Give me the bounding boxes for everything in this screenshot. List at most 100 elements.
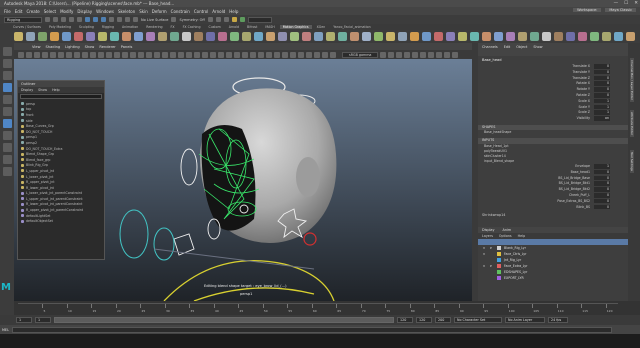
layer-color-swatch[interactable] (497, 258, 501, 262)
menu-set-dropdown[interactable]: Rigging (4, 16, 42, 23)
shelf-tool-icon[interactable] (50, 32, 59, 41)
viewport-tool-icon[interactable] (306, 51, 312, 58)
layer-tab-display[interactable]: Display (482, 228, 495, 232)
viewport-tool-icon[interactable] (330, 51, 336, 58)
arnold-render-view-icon[interactable] (239, 17, 245, 22)
fps-dropdown[interactable]: 24 fps (548, 317, 568, 323)
shelf-tab-motion-graphics[interactable]: Motion Graphics (279, 25, 312, 29)
channel-attribute-value[interactable]: 0 (594, 192, 610, 198)
shelf-tool-icon[interactable] (290, 32, 299, 41)
viewport-tool-icon[interactable] (114, 51, 120, 58)
shelf-tool-icon[interactable] (302, 32, 311, 41)
viewport-tool-icon[interactable] (194, 51, 200, 58)
layer-playback-toggle[interactable]: P (490, 264, 494, 268)
shelf-tool-icon[interactable] (446, 32, 455, 41)
viewport-tool-icon[interactable] (290, 51, 296, 58)
symmetry-label[interactable]: Symmetry: Off (179, 18, 204, 22)
outliner-menu-display[interactable]: Display (21, 88, 33, 92)
jaw-control-icon[interactable] (303, 232, 317, 246)
viewport-menu-shading[interactable]: Shading (46, 45, 61, 49)
viewport-tool-icon[interactable] (58, 51, 64, 58)
shelf-tool-icon[interactable] (542, 32, 551, 41)
menu-select[interactable]: Select (44, 9, 56, 14)
viewport-tool-icon[interactable] (258, 51, 264, 58)
outliner-item[interactable]: defaultObjectSet (18, 218, 104, 224)
menu-deform[interactable]: Deform (152, 9, 167, 14)
move-tool-icon[interactable] (2, 83, 12, 92)
channel-attribute-value[interactable]: 0 (594, 169, 610, 175)
viewport-tool-icon[interactable] (170, 51, 176, 58)
viewport-tool-icon[interactable] (138, 51, 144, 58)
menu-help[interactable]: Help (229, 9, 238, 14)
viewport-tool-icon[interactable] (98, 51, 104, 58)
channel-attribute-value[interactable]: 0 (594, 187, 610, 192)
viewport-tool-icon[interactable] (122, 51, 128, 58)
shelf-tool-icon[interactable] (26, 32, 35, 41)
menu-constrain[interactable]: Constrain (171, 9, 190, 14)
viewport-tool-icon[interactable] (420, 51, 427, 58)
single-view-layout-icon[interactable] (2, 131, 12, 140)
shelf-tool-icon[interactable] (482, 32, 491, 41)
viewport-tool-icon[interactable] (66, 51, 72, 58)
shelf-tab-rendering[interactable]: Rendering (143, 25, 165, 29)
lower-section-header[interactable]: Shrinkwrap14 (478, 213, 628, 219)
rotate-tool-icon[interactable] (2, 95, 12, 104)
shelf-tool-icon[interactable] (602, 32, 611, 41)
symmetry-icon[interactable] (171, 17, 177, 22)
command-language-label[interactable]: MEL (2, 328, 9, 332)
viewport-menu-show[interactable]: Show (85, 45, 95, 49)
shelf-tab-yanco-facial-animation[interactable]: Yanco_Facial_animation (330, 25, 373, 29)
snap-grid-icon[interactable] (109, 17, 114, 22)
outliner-menu-show[interactable]: Show (38, 88, 47, 92)
layer-color-swatch[interactable] (497, 264, 501, 268)
close-button[interactable]: ✕ (634, 1, 638, 6)
time-slider[interactable]: 5 10 15 20 25 30 35 40 45 50 55 60 65 70 75 80 85 90 95 100… (14, 301, 640, 315)
menu-create[interactable]: Create (26, 9, 39, 14)
viewport-tool-icon[interactable] (18, 51, 24, 58)
shelf-tool-icon[interactable] (62, 32, 71, 41)
shelf-tab-arnold[interactable]: Arnold (226, 25, 242, 29)
shelf-tab-fx[interactable]: FX (168, 25, 178, 29)
channel-attribute-value[interactable]: 1 (594, 163, 610, 169)
viewport-tool-icon[interactable] (250, 51, 256, 58)
shelf-tool-icon[interactable] (554, 32, 563, 41)
layer-menu-layers[interactable]: Layers (482, 234, 493, 238)
viewport-tool-icon[interactable] (404, 51, 411, 58)
viewport-tool-icon[interactable] (242, 51, 248, 58)
shelf-tool-icon[interactable] (578, 32, 587, 41)
viewport-tool-icon[interactable] (322, 51, 328, 58)
layer-tab-anim[interactable]: Anim (503, 228, 512, 232)
shelf-tool-icon[interactable] (314, 32, 323, 41)
shelf-tool-icon[interactable] (194, 32, 203, 41)
save-scene-icon[interactable] (61, 17, 66, 22)
scale-tool-icon[interactable] (2, 107, 12, 116)
viewport-tool-icon[interactable] (154, 51, 160, 58)
viewport-tool-icon[interactable] (266, 51, 272, 58)
start-time-field[interactable]: 1 (16, 317, 32, 323)
quick-select-field[interactable] (247, 16, 272, 23)
shelf-tab-curves-surfaces[interactable]: Curves / Surfaces (10, 25, 44, 29)
shelf-tool-icon[interactable] (146, 32, 155, 41)
viewport-menu-view[interactable]: View (32, 45, 41, 49)
shelf-tool-icon[interactable] (230, 32, 239, 41)
menu-arnold[interactable]: Arnold (212, 9, 225, 14)
shelf-tab-custom[interactable]: Custom (205, 25, 223, 29)
shelf-tool-icon[interactable] (362, 32, 371, 41)
viewport-tool-icon[interactable] (162, 51, 168, 58)
channel-attribute-value[interactable]: 0 (594, 69, 610, 75)
viewport-tool-icon[interactable] (50, 51, 56, 58)
shelf-tool-icon[interactable] (158, 32, 167, 41)
shelf-tool-icon[interactable] (206, 32, 215, 41)
shelf-tool-icon[interactable] (614, 32, 623, 41)
shelf-tab-sculpting[interactable]: Sculpting (76, 25, 97, 29)
channel-attribute-value[interactable]: 0 (594, 81, 610, 86)
channel-box-menu-edit[interactable]: Edit (504, 45, 511, 49)
channel-box-node-name[interactable]: Base_head (478, 56, 628, 64)
shelf-tab-bifrost[interactable]: Bifrost (244, 25, 260, 29)
channel-attribute-value[interactable]: 0 (594, 64, 610, 69)
viewport-tool-icon[interactable] (210, 51, 216, 58)
channel-attribute-value[interactable]: 1 (594, 104, 610, 110)
character-set-dropdown[interactable]: No Character Set (454, 317, 502, 323)
viewport-menu-renderer[interactable]: Renderer (99, 45, 115, 49)
range-end-field[interactable]: 120 (397, 317, 413, 323)
